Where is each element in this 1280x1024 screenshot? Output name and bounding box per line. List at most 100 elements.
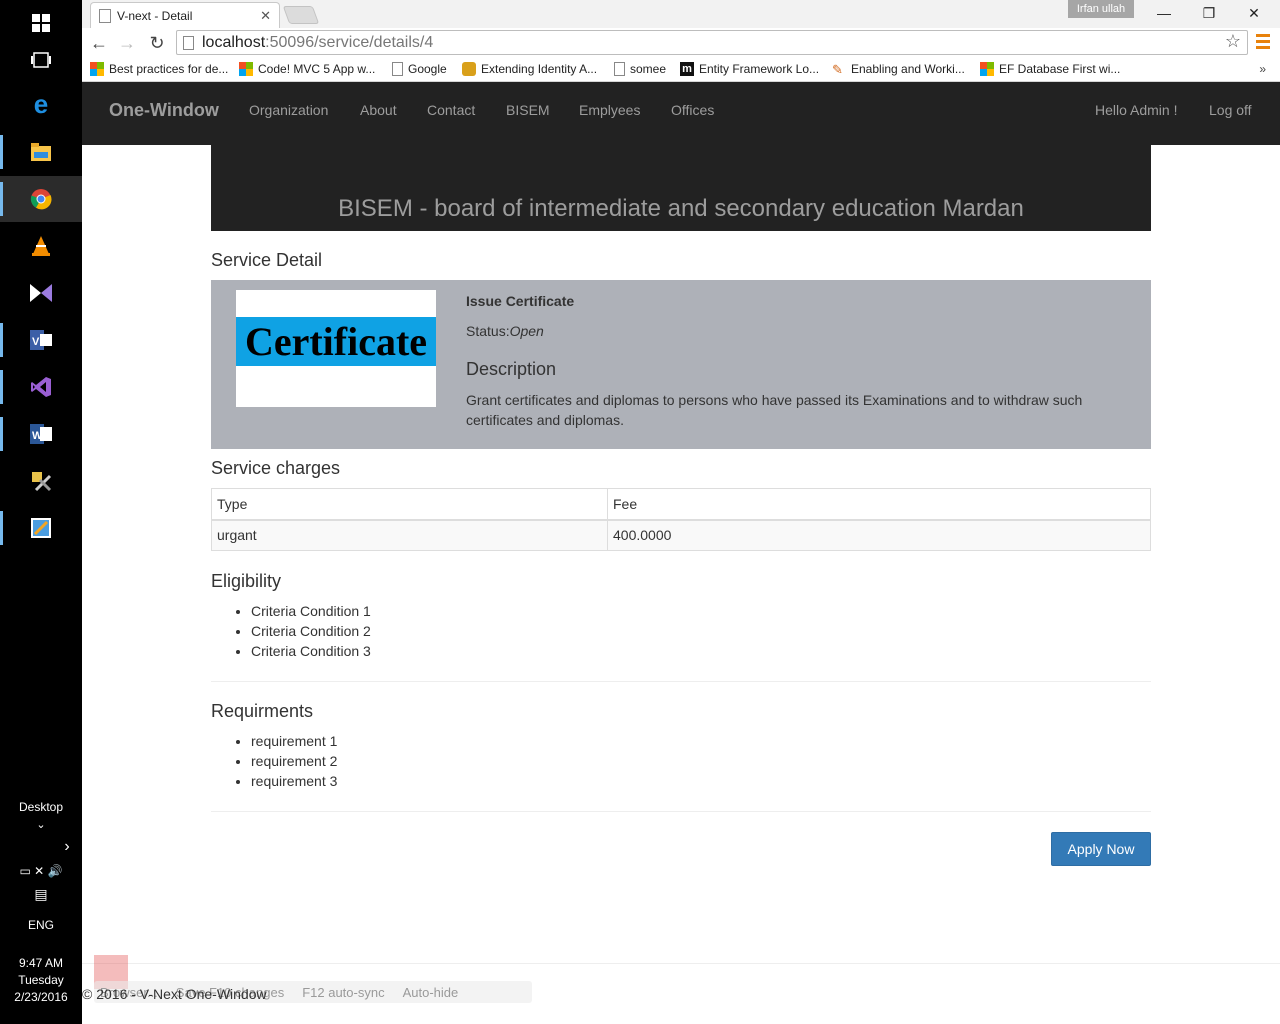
- main-content: BISEM - board of intermediate and second…: [211, 145, 1151, 866]
- taskbar-edge[interactable]: e: [0, 81, 82, 127]
- back-arrow-icon[interactable]: ←: [87, 31, 111, 55]
- chrome-window: V-next - Detail ✕ Irfan ullah — ❐ ✕ ← → …: [82, 0, 1280, 1024]
- charge-type-cell: urgant: [211, 519, 608, 551]
- clock-date: 2/23/2016: [14, 990, 68, 1004]
- folder-icon: [30, 141, 52, 163]
- description-heading: Description: [466, 359, 557, 379]
- close-window-icon[interactable]: ✕: [1232, 2, 1276, 24]
- clock-time[interactable]: 9:47 AM: [0, 956, 82, 970]
- browser-tab[interactable]: V-next - Detail ✕: [90, 2, 280, 28]
- logoff-link[interactable]: Log off: [1209, 102, 1252, 118]
- divider: [211, 681, 1151, 682]
- task-view-button[interactable]: [0, 37, 82, 83]
- certificate-image-text: Certificate: [244, 319, 428, 364]
- language-indicator[interactable]: ENG: [0, 918, 82, 932]
- nav-organization[interactable]: Organization: [249, 102, 328, 118]
- desktop-toolbar-label[interactable]: Desktop: [0, 800, 82, 814]
- windows-logo-icon: [30, 12, 52, 34]
- system-tray-icons[interactable]: ▭ ✕ 🔊: [0, 864, 82, 878]
- bookmark-item[interactable]: Google: [392, 62, 447, 76]
- taskbar-sublime[interactable]: [0, 505, 82, 551]
- eligibility-heading: Eligibility: [211, 571, 282, 591]
- visio-icon: V: [30, 329, 52, 351]
- taskbar-vlc[interactable]: [0, 223, 82, 269]
- service-charges-table: Type Fee urgant 400.0000: [211, 488, 1151, 551]
- title-bar: V-next - Detail ✕ Irfan ullah — ❐ ✕: [82, 0, 1280, 28]
- bookmark-item[interactable]: ✎ Enabling and Worki...: [832, 62, 965, 77]
- taskbar-chrome[interactable]: [0, 176, 82, 222]
- taskbar-visual-studio[interactable]: [0, 364, 82, 410]
- editor-icon: [30, 517, 52, 539]
- nav-employees[interactable]: Emplyees: [579, 102, 640, 118]
- restore-icon[interactable]: ❐: [1187, 2, 1231, 24]
- divider: [211, 811, 1151, 812]
- visual-studio-purple-icon: [30, 376, 52, 398]
- bookmark-item[interactable]: Best practices for de...: [90, 62, 228, 76]
- page-favicon-icon: [99, 8, 111, 23]
- url-path: :50096/service/details/4: [265, 33, 434, 51]
- microsoft-icon: [90, 62, 104, 76]
- requirements-heading: Requirments: [211, 701, 314, 721]
- list-item: requirement 3: [251, 771, 337, 791]
- action-center-icon[interactable]: ▤: [0, 886, 82, 903]
- page-icon: [614, 62, 625, 76]
- svg-text:V: V: [32, 336, 40, 348]
- requirements-list: requirement 1 requirement 2 requirement …: [211, 731, 337, 791]
- reload-icon[interactable]: ↻: [145, 31, 169, 55]
- auto-hide-item[interactable]: Auto-hide: [403, 985, 459, 1000]
- nav-contact[interactable]: Contact: [427, 102, 475, 118]
- clock-day: Tuesday: [18, 973, 64, 987]
- m-logo-icon: m: [680, 62, 694, 76]
- page-viewport: One-Window Organization About Contact BI…: [82, 82, 1280, 1024]
- chrome-menu-icon[interactable]: [1256, 34, 1270, 50]
- vlc-icon: [30, 235, 52, 257]
- service-description: Grant certificates and diplomas to perso…: [466, 392, 1083, 428]
- bookmark-item[interactable]: somee: [614, 62, 666, 76]
- extension-icon: [462, 62, 476, 76]
- microsoft-icon: [239, 62, 253, 76]
- site-brand[interactable]: One-Window: [109, 100, 219, 121]
- page-info-icon[interactable]: [183, 35, 194, 50]
- bookmark-star-icon[interactable]: ☆: [1225, 31, 1241, 52]
- apply-now-button[interactable]: Apply Now: [1051, 832, 1151, 866]
- service-charges-heading: Service charges: [211, 458, 341, 478]
- table-row: urgant 400.0000: [211, 519, 1151, 551]
- bookmarks-overflow-icon[interactable]: »: [1259, 62, 1266, 76]
- bookmark-item[interactable]: Code! MVC 5 App w...: [239, 62, 375, 76]
- new-tab-button[interactable]: [282, 6, 320, 24]
- page-icon: [392, 62, 403, 76]
- banner-title: BISEM - board of intermediate and second…: [338, 195, 1024, 222]
- close-tab-icon[interactable]: ✕: [260, 8, 271, 24]
- tools-icon: [30, 470, 52, 492]
- chrome-icon: [30, 188, 52, 210]
- service-name: Issue Certificate: [466, 293, 575, 309]
- profile-badge[interactable]: Irfan ullah: [1068, 0, 1134, 18]
- visual-studio-icon: [30, 282, 52, 304]
- auto-sync-item[interactable]: F12 auto-sync: [302, 985, 384, 1000]
- windows-taskbar: e V W Desktop ⌄ › ▭ ✕ 🔊 ▤ ENG 9:47 AM Tu…: [0, 0, 82, 1024]
- taskbar-tools[interactable]: [0, 458, 82, 504]
- column-header-type: Type: [211, 488, 608, 521]
- list-item: requirement 2: [251, 751, 337, 771]
- taskbar-visual-studio-blue[interactable]: [0, 270, 82, 316]
- url-host: localhost: [202, 33, 266, 51]
- chevron-down-icon[interactable]: ⌄: [0, 818, 82, 831]
- user-greeting[interactable]: Hello Admin !: [1095, 102, 1177, 118]
- column-header-fee: Fee: [607, 488, 1151, 521]
- service-detail-panel: Certificate Issue Certificate Status:Ope…: [211, 280, 1151, 449]
- taskbar-vs-installer[interactable]: V: [0, 317, 82, 363]
- nav-offices[interactable]: Offices: [671, 102, 714, 118]
- forward-arrow-icon[interactable]: →: [115, 31, 139, 55]
- status-value: Open: [509, 323, 544, 339]
- page-footer: © 2016 - V-Next One-Window: [82, 986, 267, 1002]
- site-navbar: One-Window Organization About Contact BI…: [82, 82, 1280, 145]
- taskbar-file-explorer[interactable]: [0, 129, 82, 175]
- bookmark-item[interactable]: EF Database First wi...: [980, 62, 1120, 76]
- address-bar[interactable]: localhost:50096/service/details/4 ☆: [176, 30, 1248, 55]
- taskbar-word[interactable]: W: [0, 411, 82, 457]
- nav-bisem[interactable]: BISEM: [506, 102, 550, 118]
- minimize-icon[interactable]: —: [1142, 2, 1186, 24]
- nav-about[interactable]: About: [360, 102, 397, 118]
- bookmark-item[interactable]: m Entity Framework Lo...: [680, 62, 819, 76]
- bookmark-item[interactable]: Extending Identity A...: [462, 62, 597, 76]
